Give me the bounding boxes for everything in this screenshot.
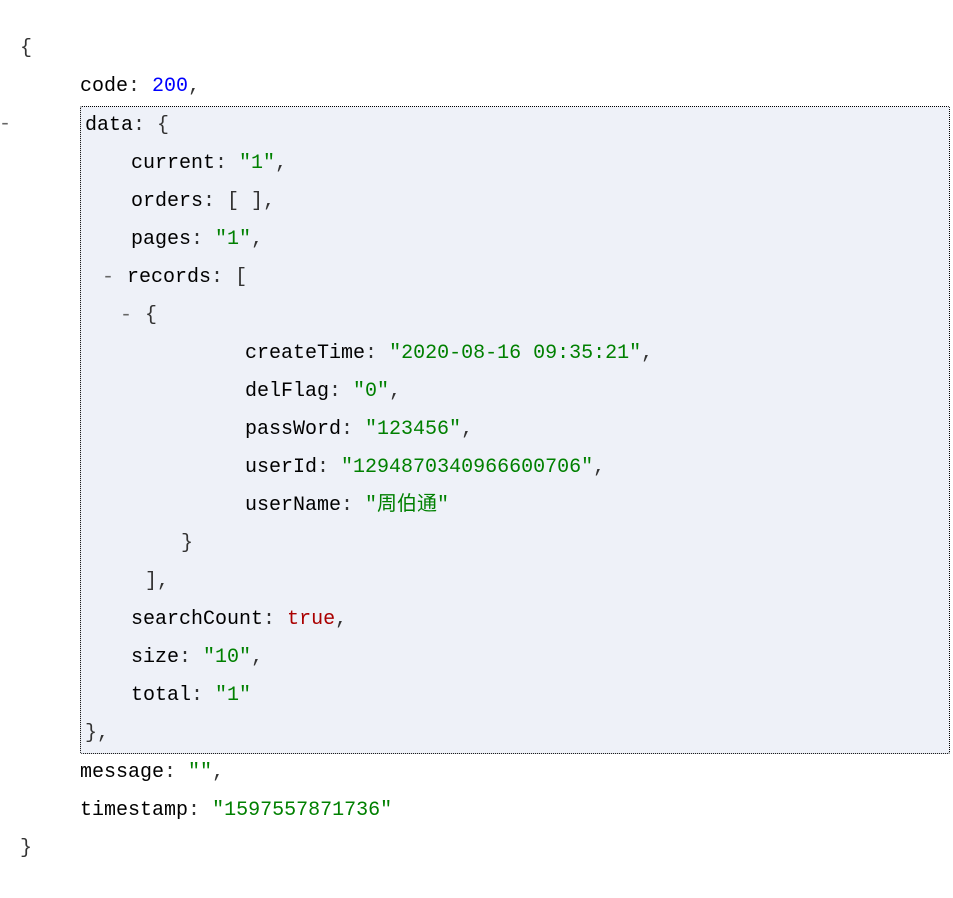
- orders-row: orders: [ ],: [85, 183, 945, 221]
- message-row: message: "",: [20, 754, 953, 792]
- record-open: - {: [85, 297, 945, 335]
- records-open: - records: [: [85, 259, 945, 297]
- collapse-toggle-records[interactable]: -: [101, 259, 115, 297]
- userId-row: userId: "1294870340966600706",: [85, 449, 945, 487]
- code-row: code: 200,: [20, 68, 953, 106]
- current-row: current: "1",: [85, 145, 945, 183]
- passWord-row: passWord: "123456",: [85, 411, 945, 449]
- records-close: ],: [85, 563, 945, 601]
- searchCount-row: searchCount: true,: [85, 601, 945, 639]
- json-viewer: { code: 200, - data: { current: "1", ord…: [0, 0, 953, 898]
- createTime-row: createTime: "2020-08-16 09:35:21",: [85, 335, 945, 373]
- collapse-toggle-data[interactable]: -: [0, 106, 12, 144]
- total-row: total: "1": [85, 677, 945, 715]
- data-close: },: [85, 715, 945, 753]
- delFlag-row: delFlag: "0",: [85, 373, 945, 411]
- root-open: {: [20, 30, 953, 68]
- userName-row: userName: "周伯通": [85, 487, 945, 525]
- size-row: size: "10",: [85, 639, 945, 677]
- data-open: data: {: [85, 107, 945, 145]
- root-close: }: [20, 830, 953, 868]
- collapse-toggle-record-0[interactable]: -: [119, 297, 133, 335]
- timestamp-row: timestamp: "1597557871736": [20, 792, 953, 830]
- record-close: }: [85, 525, 945, 563]
- pages-row: pages: "1",: [85, 221, 945, 259]
